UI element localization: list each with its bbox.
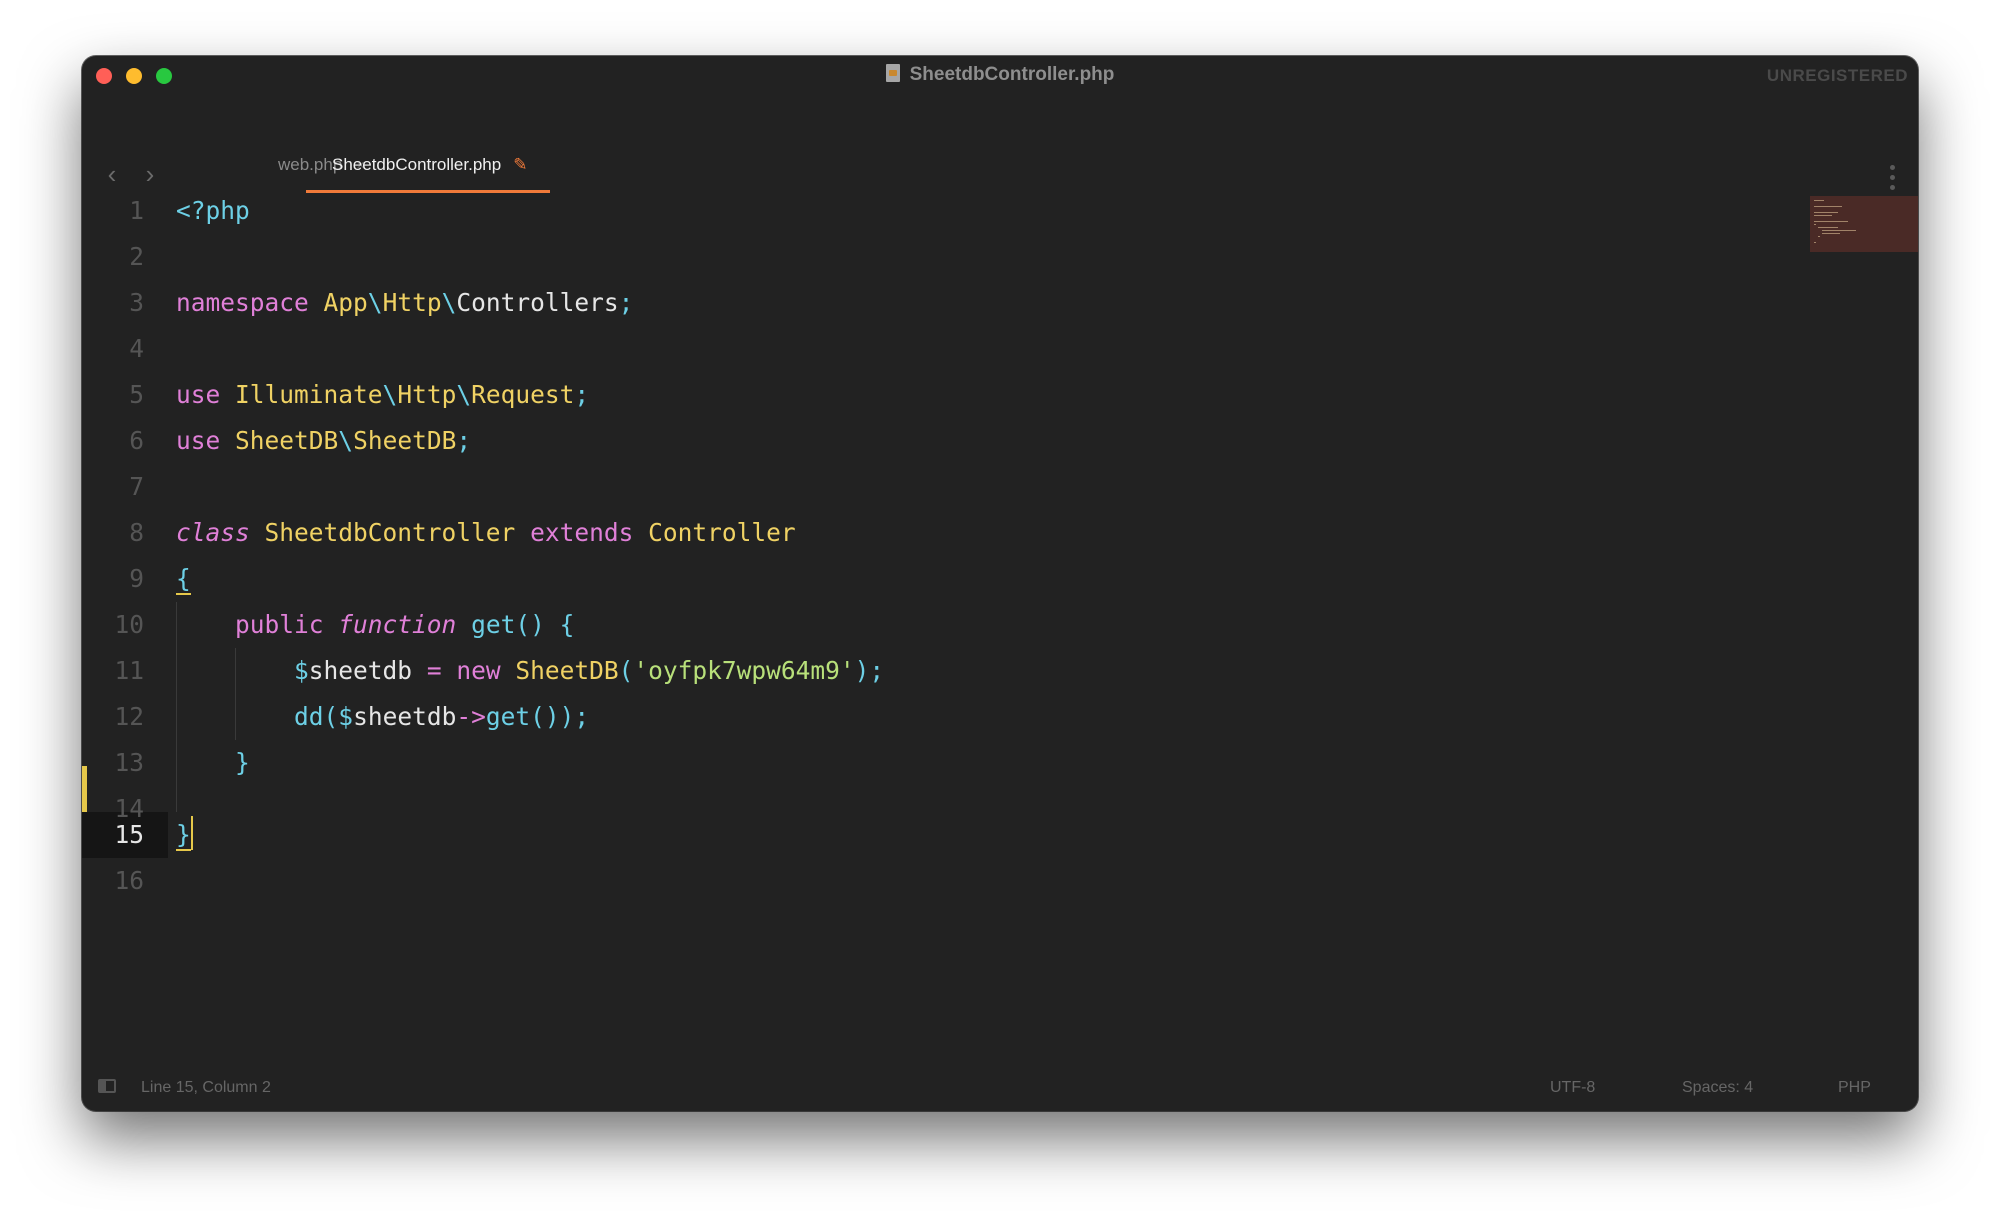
line-number: 16 — [114, 866, 144, 895]
text-caret — [190, 816, 193, 850]
encoding-indicator[interactable]: UTF-8 — [1550, 1079, 1595, 1097]
line-number: 10 — [114, 610, 144, 639]
line-number: 12 — [114, 702, 144, 731]
line-number: 3 — [129, 288, 144, 317]
code-line-9: { — [176, 564, 191, 595]
chevron-left-icon[interactable]: ‹ — [102, 161, 122, 187]
tab-label: SheetdbController.php — [332, 155, 502, 174]
line-number-current: 15 — [114, 820, 144, 849]
syntax-indicator[interactable]: PHP — [1838, 1079, 1871, 1097]
code-line-5: use Illuminate\Http\Request; — [176, 380, 590, 409]
tab-sheetdbcontroller-php[interactable]: SheetdbController.php ✎ — [306, 136, 550, 193]
line-number: 4 — [129, 334, 144, 363]
title-bar: SheetdbController.php UNREGISTERED — [82, 56, 1918, 96]
line-number: 9 — [129, 564, 144, 593]
line-number: 6 — [129, 426, 144, 455]
line-number: 11 — [114, 656, 144, 685]
code-line-11: $sheetdb = new SheetDB('oyfpk7wpw64m9'); — [294, 656, 885, 685]
editor-window: SheetdbController.php UNREGISTERED ‹ › w… — [82, 56, 1918, 1111]
line-number: 5 — [129, 380, 144, 409]
php-file-icon — [885, 64, 900, 82]
window-title: SheetdbController.php — [82, 64, 1918, 86]
chevron-right-icon[interactable]: › — [140, 161, 160, 187]
pencil-icon: ✎ — [513, 155, 528, 174]
window-title-text: SheetdbController.php — [909, 64, 1115, 85]
line-number: 8 — [129, 518, 144, 547]
code-line-10: public function get() { — [235, 610, 575, 639]
line-number: 2 — [129, 242, 144, 271]
unregistered-label: UNREGISTERED — [1766, 66, 1908, 85]
code-line-12: dd($sheetdb->get()); — [294, 702, 590, 731]
code-line-15: } — [176, 812, 193, 858]
code-editor[interactable]: 1 2 3 4 5 6 7 8 9 10 11 12 13 14 15 16 <… — [82, 194, 1918, 1064]
line-number: 1 — [129, 196, 144, 225]
code-line-8: class SheetdbController extends Controll… — [176, 518, 796, 547]
line-number: 13 — [114, 748, 144, 777]
cursor-position[interactable]: Line 15, Column 2 — [141, 1079, 271, 1097]
code-text: <?php — [176, 196, 250, 225]
side-panel-icon[interactable] — [98, 1079, 116, 1093]
status-bar: Line 15, Column 2 UTF-8 Spaces: 4 PHP — [82, 1065, 1918, 1111]
code-line-1: <?php — [176, 188, 250, 234]
code-line-6: use SheetDB\SheetDB; — [176, 426, 472, 455]
more-options-icon[interactable] — [1890, 165, 1896, 195]
line-number: 7 — [129, 472, 144, 501]
code-line-3: namespace App\Http\Controllers; — [176, 288, 634, 317]
minimap[interactable] — [1810, 196, 1918, 252]
indentation-indicator[interactable]: Spaces: 4 — [1682, 1079, 1753, 1097]
tab-bar: ‹ › web.php × SheetdbController.php ✎ — [82, 96, 1918, 194]
code-line-13: } — [235, 748, 250, 777]
